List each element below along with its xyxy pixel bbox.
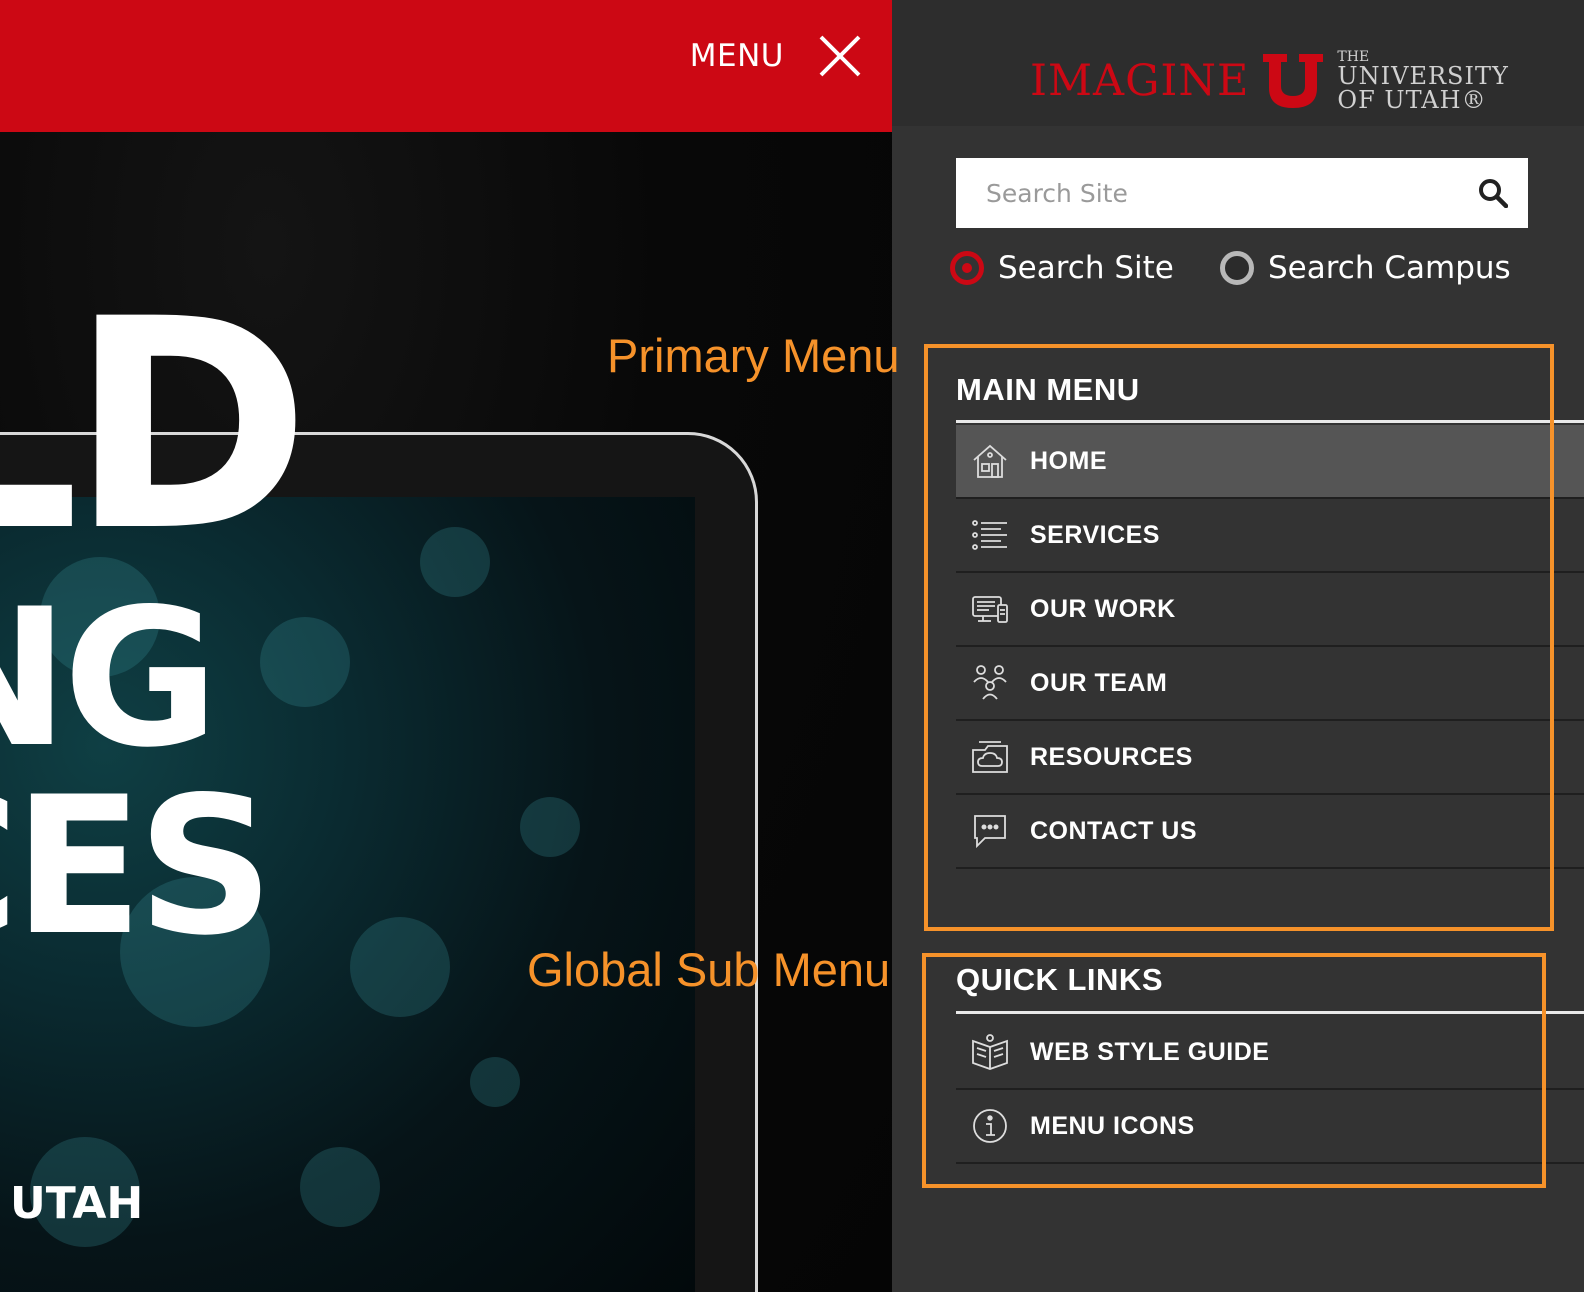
logo-imagine-text: IMAGINE: [1030, 56, 1250, 106]
global-sub-menu-annotation: Global Sub Menu: [527, 943, 891, 996]
menu-toggle-button[interactable]: MENU: [690, 34, 862, 78]
menu-item-our-work[interactable]: OUR WORK: [956, 573, 1584, 647]
menu-item-home[interactable]: HOME: [956, 425, 1584, 499]
menu-item-label: CONTACT US: [1030, 816, 1198, 845]
quick-links-divider: [956, 1011, 1584, 1014]
menu-item-our-team[interactable]: OUR TEAM: [956, 647, 1584, 721]
logo-university-text: THE UNIVERSITY OF UTAH®: [1337, 49, 1509, 114]
menu-item-label: SERVICES: [1030, 520, 1160, 549]
home-icon: [970, 441, 1010, 481]
info-icon: [970, 1106, 1010, 1146]
search-input[interactable]: [956, 158, 1458, 228]
search-campus-label: Search Campus: [1268, 250, 1511, 286]
menu-item-label: OUR WORK: [1030, 594, 1176, 623]
hero-text-line1: LD: [0, 258, 311, 595]
radio-unselected-icon: [1220, 251, 1254, 285]
top-red-bar: MENU: [0, 0, 892, 132]
menu-item-label: OUR TEAM: [1030, 668, 1168, 697]
menu-item-web-style-guide[interactable]: WEB STYLE GUIDE: [956, 1016, 1584, 1090]
search-button[interactable]: [1458, 158, 1528, 228]
menu-item-label: WEB STYLE GUIDE: [1030, 1037, 1270, 1066]
quick-links-title: QUICK LINKS: [956, 962, 1163, 997]
menu-item-label: HOME: [1030, 446, 1107, 475]
chat-bubble-icon: [970, 811, 1010, 851]
primary-menu-annotation: Primary Menu: [607, 329, 900, 382]
main-menu-list: HOME SERVICES OUR WORK OUR TEAM RESOURCE…: [956, 425, 1584, 869]
menu-item-label: RESOURCES: [1030, 742, 1193, 771]
hero-text-line4: UTAH: [10, 1178, 144, 1229]
search-icon: [1479, 179, 1508, 208]
main-menu-divider: [956, 420, 1584, 423]
quick-links-list: WEB STYLE GUIDE MENU ICONS: [956, 1016, 1584, 1164]
panel-header: IMAGINE THE UNIVERSITY OF UTAH®: [892, 0, 1584, 126]
search-campus-radio[interactable]: Search Campus: [1220, 250, 1511, 286]
menu-label: MENU: [689, 38, 784, 74]
menu-item-contact-us[interactable]: CONTACT US: [956, 795, 1584, 869]
menu-item-label: MENU ICONS: [1030, 1111, 1195, 1140]
hero-text-line3: CES: [0, 756, 274, 977]
block-u-icon: [1263, 54, 1324, 108]
hero-text-line2: NG: [0, 568, 219, 789]
search-site-radio[interactable]: Search Site: [950, 250, 1174, 286]
menu-item-resources[interactable]: RESOURCES: [956, 721, 1584, 795]
team-icon: [970, 663, 1010, 703]
cloud-folder-icon: [970, 737, 1010, 777]
devices-icon: [970, 589, 1010, 629]
main-menu-title: MAIN MENU: [956, 372, 1140, 407]
search-box: [956, 158, 1528, 228]
university-logo[interactable]: IMAGINE THE UNIVERSITY OF UTAH®: [1030, 50, 1509, 112]
search-site-label: Search Site: [998, 250, 1174, 286]
close-icon[interactable]: [818, 34, 862, 78]
list-icon: [970, 515, 1010, 555]
style-guide-icon: [970, 1032, 1010, 1072]
menu-item-menu-icons[interactable]: MENU ICONS: [956, 1090, 1584, 1164]
hero-background: LD NG CES UTAH: [0, 132, 892, 1292]
nav-panel: IMAGINE THE UNIVERSITY OF UTAH® Search S…: [892, 0, 1584, 1292]
menu-item-services[interactable]: SERVICES: [956, 499, 1584, 573]
radio-selected-icon: [950, 251, 984, 285]
